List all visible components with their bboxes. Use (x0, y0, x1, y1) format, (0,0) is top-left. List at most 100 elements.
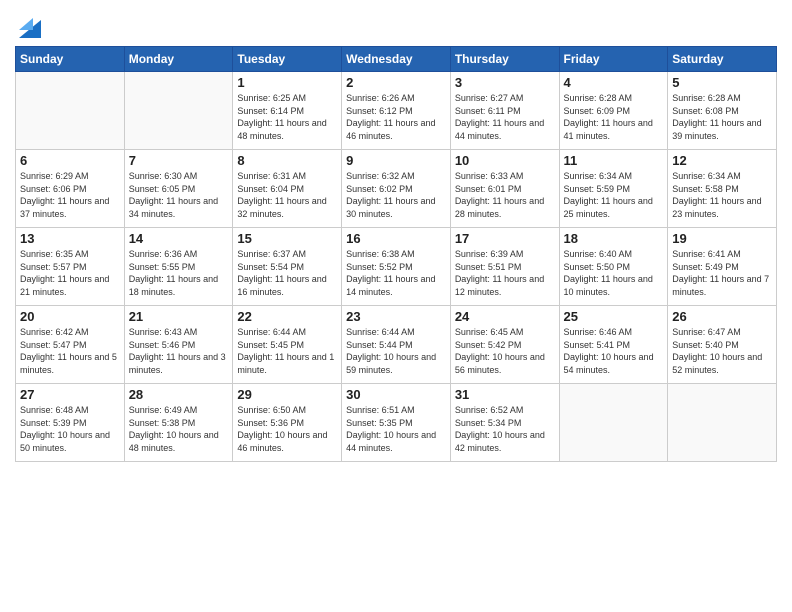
day-info: Sunrise: 6:44 AMSunset: 5:44 PMDaylight:… (346, 326, 446, 376)
day-number: 23 (346, 309, 446, 324)
calendar-cell: 5 Sunrise: 6:28 AMSunset: 6:08 PMDaylight… (668, 72, 777, 150)
weekday-header-thursday: Thursday (450, 47, 559, 72)
day-number: 3 (455, 75, 555, 90)
calendar-cell: 27 Sunrise: 6:48 AMSunset: 5:39 PMDayligh… (16, 384, 125, 462)
calendar-cell: 13Sunrise: 6:35 AMSunset: 5:57 PMDayligh… (16, 228, 125, 306)
day-number: 13 (20, 231, 120, 246)
day-info: Sunrise: 6:30 AMSunset: 6:05 PMDaylight:… (129, 170, 229, 220)
day-info: Sunrise: 6:49 AMSunset: 5:38 PMDaylight:… (129, 404, 229, 454)
weekday-header-row: SundayMondayTuesdayWednesdayThursdayFrid… (16, 47, 777, 72)
calendar-cell: 8 Sunrise: 6:31 AMSunset: 6:04 PMDaylight… (233, 150, 342, 228)
day-number: 26 (672, 309, 772, 324)
day-number: 19 (672, 231, 772, 246)
day-info: Sunrise: 6:29 AMSunset: 6:06 PMDaylight:… (20, 170, 120, 220)
logo (15, 10, 41, 38)
day-info: Sunrise: 6:36 AMSunset: 5:55 PMDaylight:… (129, 248, 229, 298)
calendar-cell: 24Sunrise: 6:45 AMSunset: 5:42 PMDayligh… (450, 306, 559, 384)
calendar-cell: 16Sunrise: 6:38 AMSunset: 5:52 PMDayligh… (342, 228, 451, 306)
calendar-cell: 14 Sunrise: 6:36 AMSunset: 5:55 PMDayligh… (124, 228, 233, 306)
calendar-cell: 6 Sunrise: 6:29 AMSunset: 6:06 PMDaylight… (16, 150, 125, 228)
day-number: 14 (129, 231, 229, 246)
day-number: 6 (20, 153, 120, 168)
header (15, 10, 777, 38)
day-number: 5 (672, 75, 772, 90)
day-info: Sunrise: 6:51 AMSunset: 5:35 PMDaylight:… (346, 404, 446, 454)
day-info: Sunrise: 6:32 AMSunset: 6:02 PMDaylight:… (346, 170, 446, 220)
calendar-week-3: 20 Sunrise: 6:42 AMSunset: 5:47 PMDayligh… (16, 306, 777, 384)
calendar-cell: 18 Sunrise: 6:40 AMSunset: 5:50 PMDayligh… (559, 228, 668, 306)
calendar-cell (668, 384, 777, 462)
day-info: Sunrise: 6:43 AMSunset: 5:46 PMDaylight:… (129, 326, 229, 376)
day-number: 4 (564, 75, 664, 90)
day-number: 9 (346, 153, 446, 168)
calendar-cell: 28 Sunrise: 6:49 AMSunset: 5:38 PMDayligh… (124, 384, 233, 462)
calendar-cell: 25 Sunrise: 6:46 AMSunset: 5:41 PMDayligh… (559, 306, 668, 384)
calendar-cell: 2 Sunrise: 6:26 AMSunset: 6:12 PMDaylight… (342, 72, 451, 150)
calendar-cell: 17Sunrise: 6:39 AMSunset: 5:51 PMDayligh… (450, 228, 559, 306)
calendar-cell: 30 Sunrise: 6:51 AMSunset: 5:35 PMDayligh… (342, 384, 451, 462)
calendar-cell: 19 Sunrise: 6:41 AMSunset: 5:49 PMDayligh… (668, 228, 777, 306)
day-number: 1 (237, 75, 337, 90)
calendar-cell: 7 Sunrise: 6:30 AMSunset: 6:05 PMDaylight… (124, 150, 233, 228)
calendar-cell (16, 72, 125, 150)
day-number: 10 (455, 153, 555, 168)
calendar-cell: 20 Sunrise: 6:42 AMSunset: 5:47 PMDayligh… (16, 306, 125, 384)
day-info: Sunrise: 6:52 AMSunset: 5:34 PMDaylight:… (455, 404, 555, 454)
day-number: 31 (455, 387, 555, 402)
day-number: 29 (237, 387, 337, 402)
day-number: 15 (237, 231, 337, 246)
calendar-week-0: 1 Sunrise: 6:25 AMSunset: 6:14 PMDaylight… (16, 72, 777, 150)
day-number: 12 (672, 153, 772, 168)
day-number: 20 (20, 309, 120, 324)
weekday-header-monday: Monday (124, 47, 233, 72)
day-info: Sunrise: 6:40 AMSunset: 5:50 PMDaylight:… (564, 248, 664, 298)
weekday-header-sunday: Sunday (16, 47, 125, 72)
weekday-header-friday: Friday (559, 47, 668, 72)
calendar-cell: 11Sunrise: 6:34 AMSunset: 5:59 PMDayligh… (559, 150, 668, 228)
weekday-header-wednesday: Wednesday (342, 47, 451, 72)
day-info: Sunrise: 6:27 AMSunset: 6:11 PMDaylight:… (455, 92, 555, 142)
day-number: 21 (129, 309, 229, 324)
day-number: 16 (346, 231, 446, 246)
day-number: 17 (455, 231, 555, 246)
day-info: Sunrise: 6:26 AMSunset: 6:12 PMDaylight:… (346, 92, 446, 142)
calendar-cell: 1 Sunrise: 6:25 AMSunset: 6:14 PMDaylight… (233, 72, 342, 150)
day-info: Sunrise: 6:37 AMSunset: 5:54 PMDaylight:… (237, 248, 337, 298)
logo-icon (19, 10, 41, 38)
day-info: Sunrise: 6:31 AMSunset: 6:04 PMDaylight:… (237, 170, 337, 220)
calendar-week-2: 13Sunrise: 6:35 AMSunset: 5:57 PMDayligh… (16, 228, 777, 306)
day-number: 28 (129, 387, 229, 402)
calendar-cell (124, 72, 233, 150)
day-info: Sunrise: 6:42 AMSunset: 5:47 PMDaylight:… (20, 326, 120, 376)
calendar-cell: 21 Sunrise: 6:43 AMSunset: 5:46 PMDayligh… (124, 306, 233, 384)
calendar-cell: 26 Sunrise: 6:47 AMSunset: 5:40 PMDayligh… (668, 306, 777, 384)
calendar-cell: 9 Sunrise: 6:32 AMSunset: 6:02 PMDaylight… (342, 150, 451, 228)
calendar-cell: 3 Sunrise: 6:27 AMSunset: 6:11 PMDaylight… (450, 72, 559, 150)
day-info: Sunrise: 6:45 AMSunset: 5:42 PMDaylight:… (455, 326, 555, 376)
calendar-cell: 4Sunrise: 6:28 AMSunset: 6:09 PMDaylight… (559, 72, 668, 150)
calendar-week-4: 27 Sunrise: 6:48 AMSunset: 5:39 PMDayligh… (16, 384, 777, 462)
day-info: Sunrise: 6:44 AMSunset: 5:45 PMDaylight:… (237, 326, 337, 376)
day-info: Sunrise: 6:28 AMSunset: 6:08 PMDaylight:… (672, 92, 772, 142)
day-number: 7 (129, 153, 229, 168)
calendar-cell (559, 384, 668, 462)
day-info: Sunrise: 6:34 AMSunset: 5:58 PMDaylight:… (672, 170, 772, 220)
day-info: Sunrise: 6:47 AMSunset: 5:40 PMDaylight:… (672, 326, 772, 376)
day-info: Sunrise: 6:48 AMSunset: 5:39 PMDaylight:… (20, 404, 120, 454)
calendar-cell: 10Sunrise: 6:33 AMSunset: 6:01 PMDayligh… (450, 150, 559, 228)
day-number: 8 (237, 153, 337, 168)
day-number: 27 (20, 387, 120, 402)
day-number: 2 (346, 75, 446, 90)
day-number: 30 (346, 387, 446, 402)
day-number: 25 (564, 309, 664, 324)
day-number: 22 (237, 309, 337, 324)
calendar-cell: 22 Sunrise: 6:44 AMSunset: 5:45 PMDayligh… (233, 306, 342, 384)
calendar-cell: 29Sunrise: 6:50 AMSunset: 5:36 PMDayligh… (233, 384, 342, 462)
calendar-cell: 15 Sunrise: 6:37 AMSunset: 5:54 PMDayligh… (233, 228, 342, 306)
day-info: Sunrise: 6:46 AMSunset: 5:41 PMDaylight:… (564, 326, 664, 376)
day-info: Sunrise: 6:25 AMSunset: 6:14 PMDaylight:… (237, 92, 337, 142)
calendar-cell: 31 Sunrise: 6:52 AMSunset: 5:34 PMDayligh… (450, 384, 559, 462)
page: SundayMondayTuesdayWednesdayThursdayFrid… (0, 0, 792, 612)
day-number: 18 (564, 231, 664, 246)
day-info: Sunrise: 6:41 AMSunset: 5:49 PMDaylight:… (672, 248, 772, 298)
